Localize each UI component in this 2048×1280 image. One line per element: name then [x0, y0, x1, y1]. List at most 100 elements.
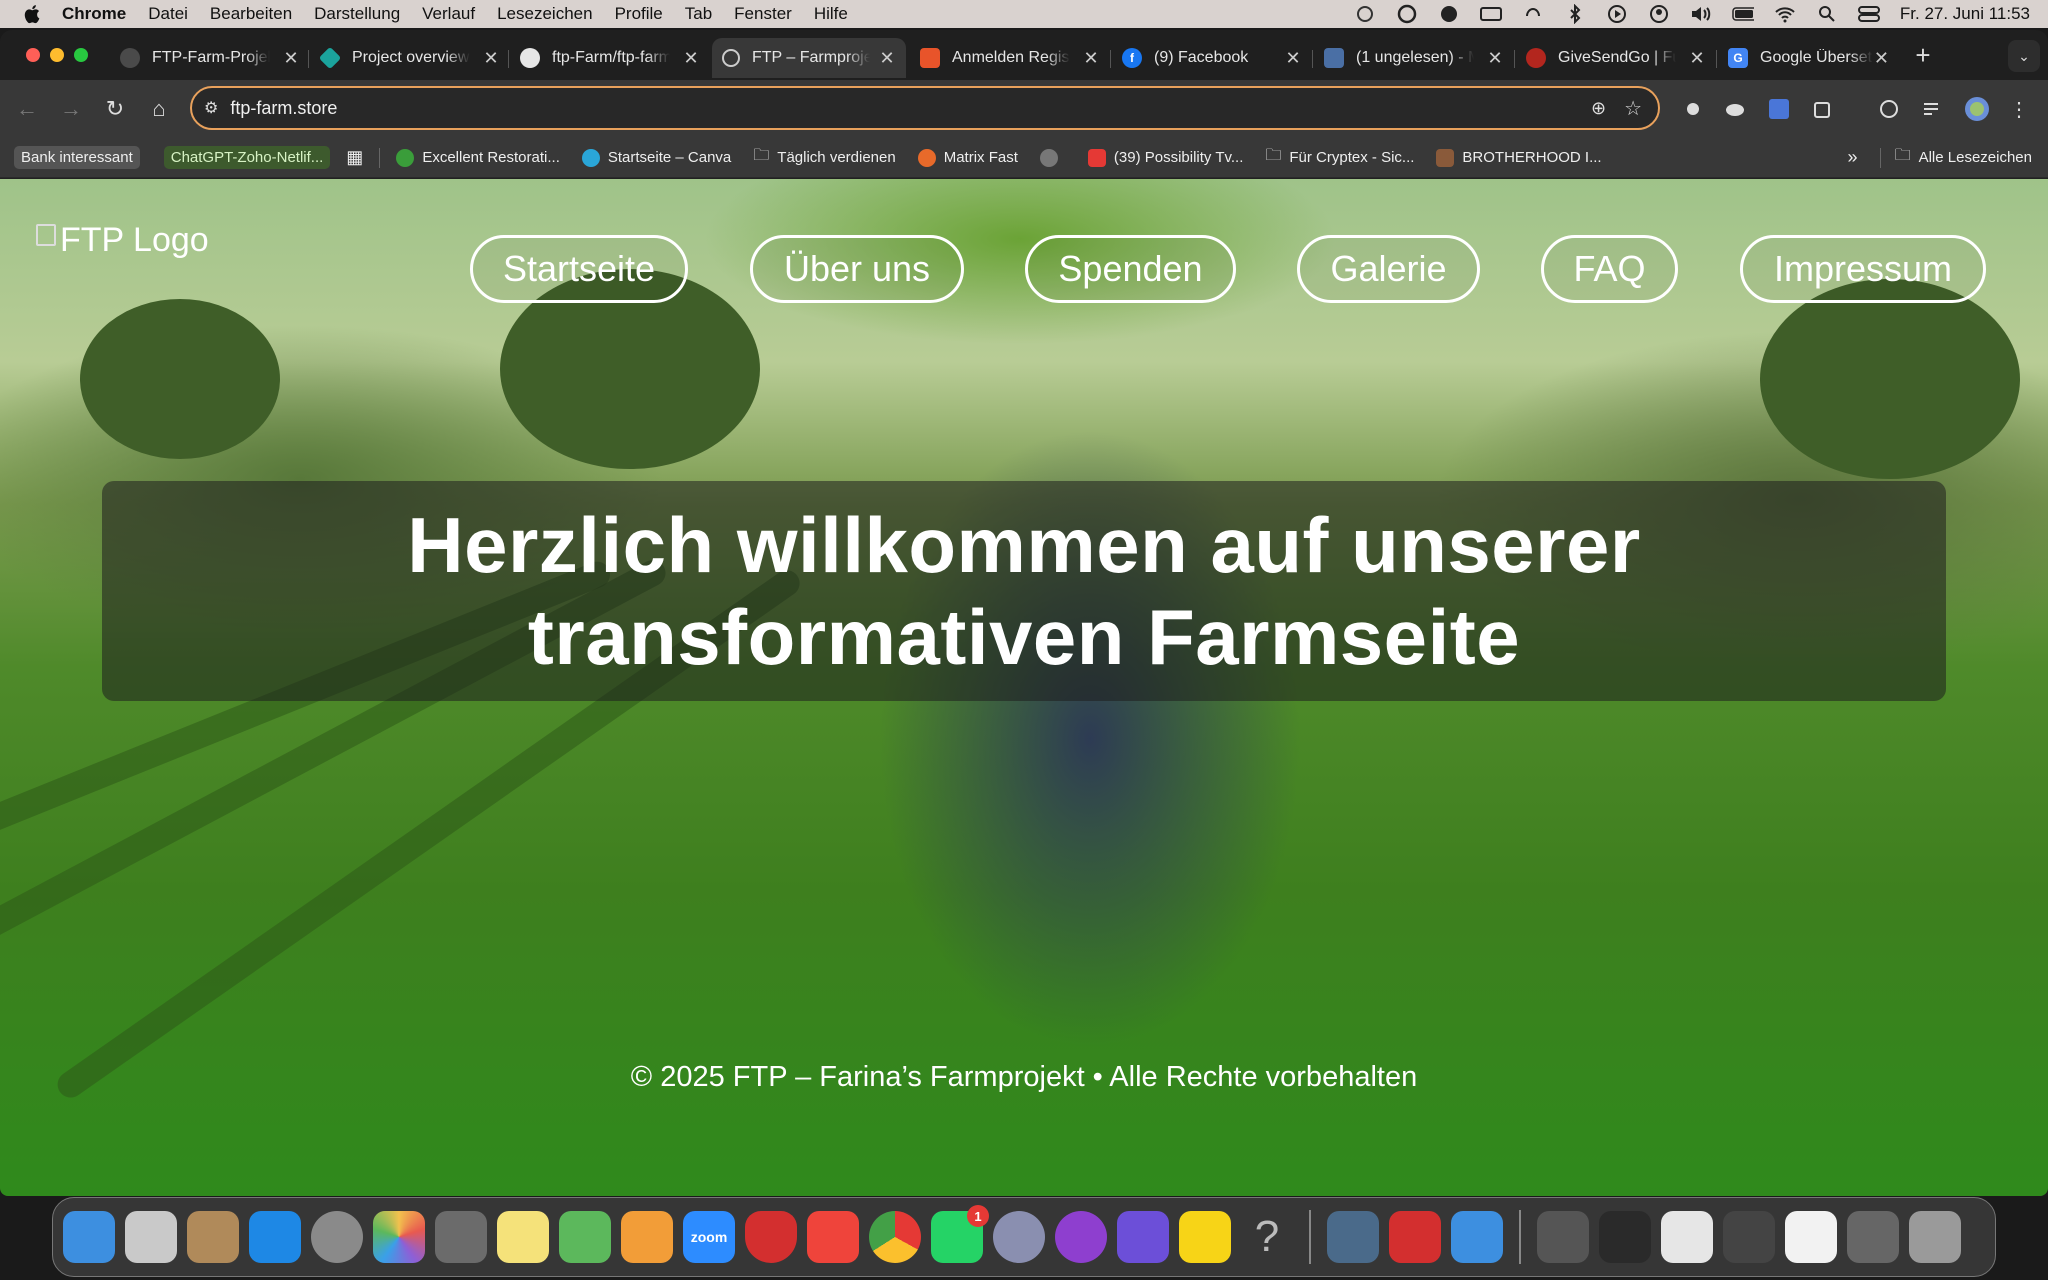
calculator-icon[interactable]: [435, 1211, 487, 1263]
menu-tab[interactable]: Tab: [685, 4, 712, 24]
bookmark-chip-chatgpt[interactable]: ChatGPT-Zoho-Netlif...: [163, 146, 331, 169]
photos-icon[interactable]: [373, 1211, 425, 1263]
tab-mail-ungelesen[interactable]: (1 ungelesen) - Mail ✕: [1314, 38, 1514, 78]
close-tab-icon[interactable]: ✕: [1688, 48, 1706, 69]
close-tab-icon[interactable]: ✕: [682, 48, 700, 69]
menu-datei[interactable]: Datei: [148, 4, 188, 24]
nav-impressum[interactable]: Impressum: [1740, 235, 1986, 303]
bookmarks-overflow-icon[interactable]: »: [1848, 147, 1858, 168]
user-icon[interactable]: [1648, 5, 1670, 23]
close-window-button[interactable]: [26, 48, 40, 62]
more-menu-icon[interactable]: ⋮: [2006, 96, 2032, 122]
translate-extension-icon[interactable]: [1766, 96, 1792, 122]
tab-search-chevron-icon[interactable]: ⌄: [2008, 40, 2040, 72]
menu-darstellung[interactable]: Darstellung: [314, 4, 400, 24]
finder-icon[interactable]: [63, 1211, 115, 1263]
close-tab-icon[interactable]: ✕: [878, 48, 896, 69]
bookmark-brotherhood[interactable]: BROTHERHOOD I...: [1436, 148, 1602, 167]
menu-fenster[interactable]: Fenster: [734, 4, 792, 24]
contacts-icon[interactable]: [187, 1211, 239, 1263]
reload-icon[interactable]: ↻: [100, 94, 130, 124]
nav-ueber-uns[interactable]: Über uns: [750, 235, 964, 303]
volume-icon[interactable]: [1690, 5, 1712, 23]
bookmark-possibility-tv[interactable]: (39) Possibility Tv...: [1087, 148, 1243, 167]
podcast-icon[interactable]: [1055, 1211, 1107, 1263]
bookmark-folder-cryptex[interactable]: 🗀 Für Cryptex - Sic...: [1265, 144, 1414, 171]
extension-icon[interactable]: [1680, 96, 1706, 122]
minimized-window-thumbnail[interactable]: [1723, 1211, 1775, 1263]
launchpad-icon[interactable]: [125, 1211, 177, 1263]
close-tab-icon[interactable]: ✕: [1873, 48, 1890, 69]
cloud-status-icon[interactable]: [1354, 5, 1376, 23]
system-settings-icon[interactable]: [311, 1211, 363, 1263]
wifi-icon[interactable]: [1774, 5, 1796, 23]
pdf-app-icon[interactable]: [1389, 1211, 1441, 1263]
sync-icon[interactable]: [1876, 96, 1902, 122]
app-store-icon[interactable]: [249, 1211, 301, 1263]
menu-lesezeichen[interactable]: Lesezeichen: [497, 4, 592, 24]
menu-bearbeiten[interactable]: Bearbeiten: [210, 4, 292, 24]
maps-icon[interactable]: [559, 1211, 611, 1263]
tab-ftp-farm-projekt[interactable]: FTP-Farm-Projekt ✕: [110, 38, 310, 78]
help-question-icon[interactable]: ?: [1241, 1211, 1293, 1263]
nav-galerie[interactable]: Galerie: [1297, 235, 1480, 303]
pages-icon[interactable]: [621, 1211, 673, 1263]
minimized-window-thumbnail[interactable]: [1661, 1211, 1713, 1263]
mail-app-icon[interactable]: [1451, 1211, 1503, 1263]
close-tab-icon[interactable]: ✕: [282, 48, 300, 69]
bookmark-globe[interactable]: [1039, 148, 1066, 167]
nav-spenden[interactable]: Spenden: [1025, 235, 1236, 303]
bookmark-excellent[interactable]: Excellent Restorati...: [396, 148, 560, 167]
tab-givesendgo[interactable]: GiveSendGo | Fundraising ✕: [1516, 38, 1716, 78]
zoom-window-button[interactable]: [74, 48, 88, 62]
battery-icon[interactable]: [1732, 5, 1754, 23]
back-arrow-icon[interactable]: ←: [12, 94, 42, 124]
tab-facebook[interactable]: f (9) Facebook ✕: [1112, 38, 1312, 78]
zoom-app-icon[interactable]: zoom: [683, 1211, 735, 1263]
bookmark-canva[interactable]: Startseite – Canva: [581, 148, 731, 167]
address-url[interactable]: ftp-farm.store: [230, 98, 337, 119]
menu-verlauf[interactable]: Verlauf: [422, 4, 475, 24]
zoom-icon[interactable]: ⊕: [1591, 98, 1606, 119]
profile-avatar[interactable]: [1964, 96, 1990, 122]
anydesk-icon[interactable]: [807, 1211, 859, 1263]
site-logo[interactable]: FTP Logo: [36, 221, 209, 260]
bookmark-chip-bank[interactable]: Bank interessant: [14, 146, 140, 169]
chatgpt-icon[interactable]: [1396, 4, 1418, 24]
address-bar[interactable]: ⚙ ftp-farm.store ⊕ ☆: [190, 86, 1660, 130]
tab-anmelden-registrieren[interactable]: Anmelden Registrieren ✕: [910, 38, 1110, 78]
minimized-window-thumbnail[interactable]: [1785, 1211, 1837, 1263]
close-tab-icon[interactable]: ✕: [1486, 48, 1504, 69]
apps-grid-icon[interactable]: ▦: [346, 147, 363, 168]
close-tab-icon[interactable]: ✕: [1082, 48, 1100, 69]
chrome-icon[interactable]: [869, 1211, 921, 1263]
bookmark-matrix-fast[interactable]: Matrix Fast: [917, 148, 1018, 167]
minimize-window-button[interactable]: [50, 48, 64, 62]
minimized-window-thumbnail[interactable]: [1599, 1211, 1651, 1263]
bluetooth-icon[interactable]: [1564, 4, 1586, 24]
fingerprint-icon[interactable]: [1522, 5, 1544, 23]
extensions-puzzle-icon[interactable]: [1810, 96, 1836, 122]
minimized-window-thumbnail[interactable]: [1537, 1211, 1589, 1263]
home-icon[interactable]: ⌂: [144, 94, 174, 124]
menu-app-name[interactable]: Chrome: [62, 4, 126, 24]
menu-hilfe[interactable]: Hilfe: [814, 4, 848, 24]
telegram-icon[interactable]: [993, 1211, 1045, 1263]
nav-startseite[interactable]: Startseite: [470, 235, 688, 303]
site-info-icon[interactable]: ⚙: [204, 98, 218, 118]
keyboard-icon[interactable]: [1479, 5, 1502, 23]
control-center-icon[interactable]: [1857, 5, 1880, 23]
menu-profile[interactable]: Profile: [615, 4, 663, 24]
bookmark-star-icon[interactable]: ☆: [1624, 96, 1642, 121]
forward-arrow-icon[interactable]: →: [56, 94, 86, 124]
whatsapp-icon[interactable]: 1: [931, 1205, 989, 1263]
minimized-window-thumbnail[interactable]: [1847, 1211, 1899, 1263]
creative-cloud-icon[interactable]: [1438, 5, 1460, 23]
apple-icon[interactable]: [22, 3, 44, 25]
tab-project-overview[interactable]: Project overview ✕: [310, 38, 510, 78]
tab-ftp-farmprojekt-active[interactable]: FTP – Farmprojekt ✕: [712, 38, 906, 78]
close-tab-icon[interactable]: ✕: [1284, 48, 1302, 69]
all-bookmarks[interactable]: 🗀 Alle Lesezeichen: [1895, 144, 2032, 171]
trash-icon[interactable]: [1909, 1211, 1961, 1263]
notes-icon[interactable]: [497, 1211, 549, 1263]
